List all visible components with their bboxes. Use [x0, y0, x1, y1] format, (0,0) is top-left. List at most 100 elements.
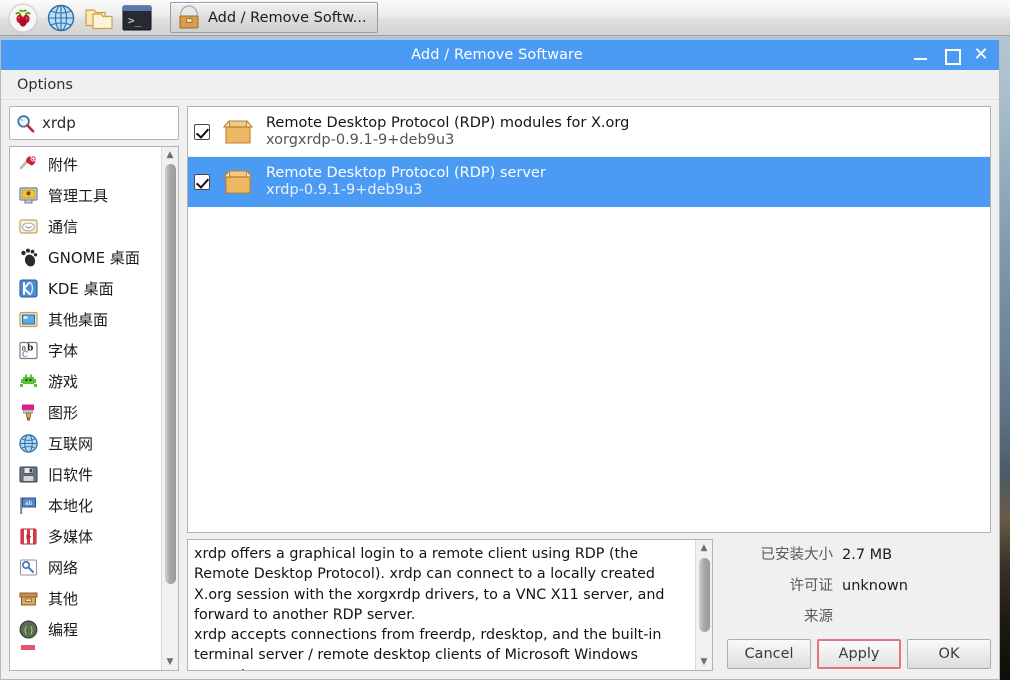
search-input[interactable]: xrdp — [9, 106, 179, 140]
category-item-fonts[interactable]: a b C 字体 — [10, 335, 161, 366]
description-scrollbar-thumb[interactable] — [699, 558, 710, 632]
category-label: 管理工具 — [48, 187, 109, 205]
package-info-rows: 已安装大小 2.7 MB 许可证 unknown 来源 — [721, 539, 991, 639]
gnome-desktop-icon — [18, 247, 39, 268]
category-item-other-desktop[interactable]: 其他桌面 — [10, 304, 161, 335]
package-row[interactable]: Remote Desktop Protocol (RDP) server xrd… — [188, 157, 990, 207]
maximize-button[interactable] — [943, 47, 961, 65]
raspberry-menu-icon[interactable] — [6, 1, 40, 35]
package-checkbox[interactable] — [194, 123, 210, 140]
network-icon — [18, 557, 39, 578]
info-value: unknown — [842, 578, 908, 594]
add-remove-software-window: Add / Remove Software ✕ Options xrdp 附件 … — [0, 40, 1000, 680]
package-checkbox[interactable] — [194, 173, 210, 190]
apply-button[interactable]: Apply — [817, 639, 901, 669]
category-item-partial[interactable] — [10, 645, 161, 655]
category-scroll-area: 附件 管理工具 通信 GNOME 桌面 KDE 桌面 其他桌面 a b C 字体… — [10, 147, 161, 670]
window-titlebar: Add / Remove Software ✕ — [1, 40, 999, 70]
category-item-localization[interactable]: ab 本地化 — [10, 490, 161, 521]
category-list[interactable]: 附件 管理工具 通信 GNOME 桌面 KDE 桌面 其他桌面 a b C 字体… — [9, 146, 179, 671]
scroll-down-icon[interactable]: ▼ — [162, 654, 178, 670]
taskbar-task-button[interactable]: Add / Remove Softw... — [170, 2, 378, 33]
other-icon — [18, 588, 39, 609]
taskbar-task-label: Add / Remove Softw... — [208, 9, 367, 26]
close-icon[interactable]: ✕ — [973, 46, 989, 64]
category-label: 互联网 — [48, 435, 94, 453]
category-label: 字体 — [48, 342, 79, 360]
file-manager-icon[interactable] — [82, 1, 116, 35]
admin-tools-icon — [18, 185, 39, 206]
info-row-license: 许可证 unknown — [721, 574, 991, 605]
svg-text:C: C — [22, 350, 28, 359]
package-title: Remote Desktop Protocol (RDP) modules fo… — [266, 115, 630, 131]
scroll-up-icon[interactable]: ▲ — [162, 147, 178, 163]
package-info-panel: 已安装大小 2.7 MB 许可证 unknown 来源 Cancel Apply… — [721, 539, 991, 671]
taskbar: >_ Add / Remove Softw... — [0, 0, 1010, 36]
package-description-panel[interactable]: xrdp offers a graphical login to a remot… — [187, 539, 713, 671]
category-label: GNOME 桌面 — [48, 249, 140, 267]
localization-icon: ab — [18, 495, 39, 516]
info-label: 已安装大小 — [760, 547, 834, 563]
category-item-admin-tools[interactable]: 管理工具 — [10, 180, 161, 211]
category-label: 其他桌面 — [48, 311, 109, 329]
info-label: 来源 — [804, 609, 833, 625]
info-value: 2.7 MB — [842, 547, 893, 563]
category-item-multimedia[interactable]: 多媒体 — [10, 521, 161, 552]
category-scrollbar-thumb[interactable] — [165, 164, 176, 584]
category-item-internet[interactable]: 互联网 — [10, 428, 161, 459]
dialog-button-row: Cancel Apply OK — [721, 639, 991, 671]
search-icon — [16, 114, 35, 133]
kde-desktop-icon — [18, 278, 39, 299]
partial-icon — [18, 640, 39, 661]
package-manager-icon — [176, 5, 202, 31]
svg-text:>_: >_ — [128, 14, 142, 27]
package-version: xrdp-0.9.1-9+deb9u3 — [266, 182, 423, 198]
package-title: Remote Desktop Protocol (RDP) server — [266, 165, 546, 181]
window-body: xrdp 附件 管理工具 通信 GNOME 桌面 KDE 桌面 其他桌面 a b… — [1, 100, 999, 679]
other-desktop-icon — [18, 309, 39, 330]
package-row[interactable]: Remote Desktop Protocol (RDP) modules fo… — [188, 107, 990, 157]
category-item-network[interactable]: 网络 — [10, 552, 161, 583]
category-item-gnome-desktop[interactable]: GNOME 桌面 — [10, 242, 161, 273]
window-title: Add / Remove Software — [411, 47, 583, 63]
category-scrollbar[interactable]: ▲ ▼ — [161, 147, 178, 670]
main-panel: Remote Desktop Protocol (RDP) modules fo… — [187, 106, 991, 671]
legacy-software-icon — [18, 464, 39, 485]
minimize-button[interactable] — [913, 47, 929, 63]
ok-button[interactable]: OK — [907, 639, 991, 669]
category-label: 附件 — [48, 156, 79, 174]
category-item-games[interactable]: 游戏 — [10, 366, 161, 397]
package-description: xrdp offers a graphical login to a remot… — [194, 546, 665, 670]
graphics-icon — [18, 402, 39, 423]
cancel-button[interactable]: Cancel — [727, 639, 811, 669]
terminal-icon[interactable]: >_ — [120, 1, 154, 35]
info-label: 许可证 — [789, 578, 834, 594]
menu-options[interactable]: Options — [11, 75, 79, 95]
svg-text:(): () — [23, 626, 35, 637]
category-label: 多媒体 — [48, 528, 94, 546]
internet-icon — [18, 433, 39, 454]
category-label: 本地化 — [48, 497, 94, 515]
web-browser-icon[interactable] — [44, 1, 78, 35]
games-icon — [18, 371, 39, 392]
scroll-down-icon[interactable]: ▼ — [696, 654, 712, 670]
category-item-legacy-software[interactable]: 旧软件 — [10, 459, 161, 490]
category-label: KDE 桌面 — [48, 280, 114, 298]
category-item-graphics[interactable]: 图形 — [10, 397, 161, 428]
category-label: 其他 — [48, 590, 79, 608]
package-list[interactable]: Remote Desktop Protocol (RDP) modules fo… — [187, 106, 991, 533]
category-item-accessories[interactable]: 附件 — [10, 149, 161, 180]
programming-icon: () — [18, 619, 39, 640]
search-value: xrdp — [42, 114, 76, 132]
category-label: 网络 — [48, 559, 79, 577]
category-item-other[interactable]: 其他 — [10, 583, 161, 614]
category-item-kde-desktop[interactable]: KDE 桌面 — [10, 273, 161, 304]
description-scrollbar[interactable]: ▲ ▼ — [695, 540, 712, 670]
category-item-communication[interactable]: 通信 — [10, 211, 161, 242]
category-label: 通信 — [48, 218, 79, 236]
package-text: Remote Desktop Protocol (RDP) modules fo… — [266, 115, 629, 148]
scroll-up-icon[interactable]: ▲ — [696, 540, 712, 556]
accessories-icon — [18, 154, 39, 175]
package-version: xorgxrdp-0.9.1-9+deb9u3 — [266, 132, 455, 148]
category-label: 图形 — [48, 404, 79, 422]
